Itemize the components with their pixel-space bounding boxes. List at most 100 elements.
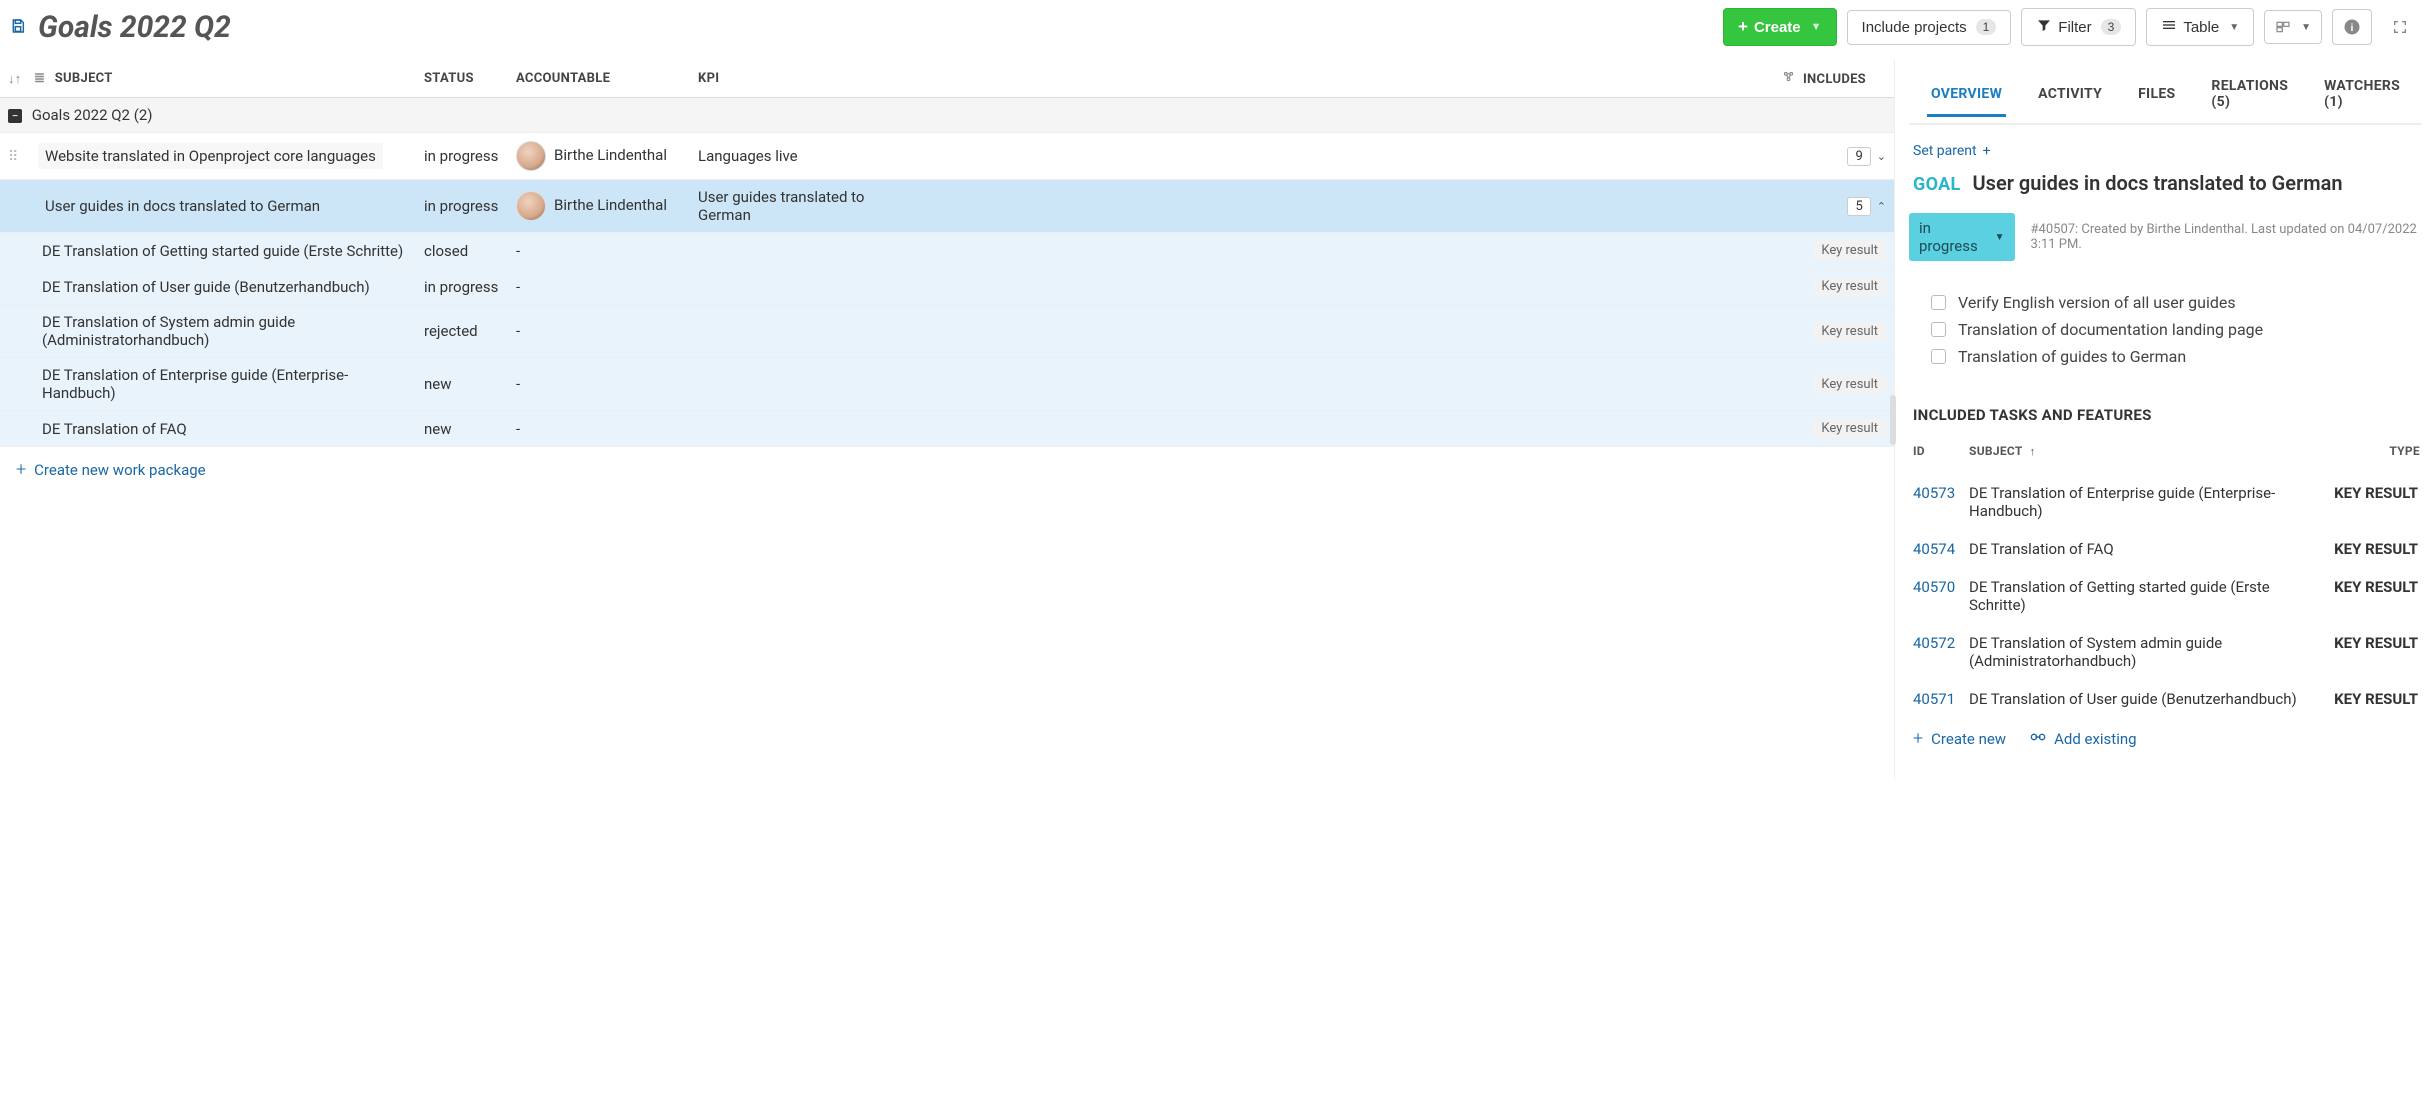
- create-new-label: Create new work package: [34, 461, 205, 479]
- column-subject[interactable]: ≣ SUBJECT: [26, 60, 416, 98]
- resize-handle[interactable]: [1890, 395, 1896, 445]
- included-id[interactable]: 40573: [1909, 474, 1965, 530]
- row-accountable[interactable]: -: [508, 411, 690, 447]
- set-parent-label: Set parent: [1913, 143, 1977, 159]
- included-id[interactable]: 40574: [1909, 530, 1965, 568]
- avatar: [516, 141, 546, 171]
- status-selector[interactable]: in progress ▼: [1909, 213, 2015, 261]
- row-status[interactable]: in progress: [416, 180, 508, 233]
- included-row[interactable]: 40574DE Translation of FAQKEY RESULT: [1909, 530, 2422, 568]
- work-package-type[interactable]: GOAL: [1913, 174, 1961, 195]
- included-row[interactable]: 40573DE Translation of Enterprise guide …: [1909, 474, 2422, 530]
- checkbox[interactable]: [1931, 295, 1946, 310]
- view-mode-button[interactable]: Table ▼: [2146, 8, 2254, 46]
- set-parent-link[interactable]: Set parent +: [1909, 125, 1995, 169]
- checkbox[interactable]: [1931, 349, 1946, 364]
- tab-files[interactable]: FILES: [2134, 78, 2179, 117]
- column-includes[interactable]: INCLUDES: [900, 60, 1894, 98]
- drag-handle-icon[interactable]: ⠿: [8, 149, 18, 165]
- table-row[interactable]: DE Translation of User guide (Benutzerha…: [0, 269, 1894, 305]
- table-row[interactable]: ⠿ Website translated in Openproject core …: [0, 133, 1894, 180]
- row-kpi[interactable]: [690, 411, 900, 447]
- row-accountable[interactable]: -: [508, 305, 690, 358]
- included-type: KEY RESULT: [2330, 568, 2422, 624]
- row-kpi[interactable]: [690, 233, 900, 269]
- row-subject[interactable]: DE Translation of Getting started guide …: [42, 242, 403, 260]
- included-subject[interactable]: DE Translation of User guide (Benutzerha…: [1965, 680, 2330, 718]
- column-accountable[interactable]: ACCOUNTABLE: [508, 60, 690, 98]
- row-status[interactable]: new: [416, 358, 508, 411]
- row-accountable[interactable]: -: [508, 233, 690, 269]
- save-icon[interactable]: [10, 15, 26, 39]
- row-subject[interactable]: Website translated in Openproject core l…: [38, 143, 383, 169]
- checklist-item[interactable]: Translation of guides to German: [1931, 343, 2418, 370]
- collapse-icon[interactable]: −: [8, 109, 22, 123]
- link-icon: [1782, 72, 1799, 87]
- include-projects-button[interactable]: Include projects 1: [1847, 10, 2012, 45]
- column-status[interactable]: STATUS: [416, 60, 508, 98]
- table-row[interactable]: User guides in docs translated to German…: [0, 180, 1894, 233]
- table-view-icon: [2161, 17, 2177, 37]
- filter-button[interactable]: Filter 3: [2021, 8, 2136, 46]
- included-row[interactable]: 40570DE Translation of Getting started g…: [1909, 568, 2422, 624]
- tab-overview[interactable]: OVERVIEW: [1927, 78, 2006, 117]
- tab-watchers[interactable]: WATCHERS (1): [2320, 70, 2404, 125]
- row-status[interactable]: new: [416, 411, 508, 447]
- row-kpi[interactable]: Languages live: [690, 133, 900, 180]
- group-row[interactable]: − Goals 2022 Q2 (2): [0, 98, 1894, 133]
- table-row[interactable]: DE Translation of Getting started guide …: [0, 233, 1894, 269]
- settings-dropdown-button[interactable]: ▼: [2264, 10, 2322, 44]
- work-package-title[interactable]: User guides in docs translated to German: [1973, 171, 2343, 195]
- included-id[interactable]: 40572: [1909, 624, 1965, 680]
- checkbox[interactable]: [1931, 322, 1946, 337]
- row-accountable[interactable]: Birthe Lindenthal: [508, 133, 690, 180]
- row-kpi[interactable]: [690, 269, 900, 305]
- included-subject[interactable]: DE Translation of Getting started guide …: [1965, 568, 2330, 624]
- row-subject[interactable]: User guides in docs translated to German: [38, 193, 327, 219]
- row-status[interactable]: rejected: [416, 305, 508, 358]
- included-row[interactable]: 40572DE Translation of System admin guid…: [1909, 624, 2422, 680]
- table-row[interactable]: DE Translation of Enterprise guide (Ente…: [0, 358, 1894, 411]
- included-id[interactable]: 40570: [1909, 568, 1965, 624]
- inc-col-type[interactable]: TYPE: [2330, 438, 2422, 474]
- table-row[interactable]: DE Translation of System admin guide (Ad…: [0, 305, 1894, 358]
- row-subject[interactable]: DE Translation of System admin guide (Ad…: [42, 313, 408, 349]
- checklist-item[interactable]: Verify English version of all user guide…: [1931, 289, 2418, 316]
- row-subject[interactable]: DE Translation of User guide (Benutzerha…: [42, 278, 370, 296]
- row-status[interactable]: in progress: [416, 269, 508, 305]
- add-existing-included[interactable]: Add existing: [2030, 728, 2136, 749]
- fullscreen-button[interactable]: [2382, 11, 2418, 43]
- row-accountable[interactable]: Birthe Lindenthal: [508, 180, 690, 233]
- row-accountable[interactable]: -: [508, 358, 690, 411]
- create-new-work-package[interactable]: + Create new work package: [16, 459, 206, 480]
- row-accountable[interactable]: -: [508, 269, 690, 305]
- chevron-down-icon[interactable]: ⌄: [1877, 150, 1886, 163]
- table-row[interactable]: DE Translation of FAQ new- Key result: [0, 411, 1894, 447]
- checklist-item[interactable]: Translation of documentation landing pag…: [1931, 316, 2418, 343]
- included-id[interactable]: 40571: [1909, 680, 1965, 718]
- included-subject[interactable]: DE Translation of Enterprise guide (Ente…: [1965, 474, 2330, 530]
- column-kpi[interactable]: KPI: [690, 60, 900, 98]
- included-subject[interactable]: DE Translation of System admin guide (Ad…: [1965, 624, 2330, 680]
- tab-activity[interactable]: ACTIVITY: [2034, 78, 2106, 117]
- inc-col-id[interactable]: ID: [1909, 438, 1965, 474]
- plus-icon: +: [16, 459, 26, 480]
- sort-column-icon[interactable]: ↓↑: [0, 60, 26, 98]
- info-button[interactable]: i: [2332, 9, 2372, 45]
- row-status[interactable]: in progress: [416, 133, 508, 180]
- tab-relations[interactable]: RELATIONS (5): [2207, 70, 2292, 125]
- included-section-title: INCLUDED TASKS AND FEATURES: [1909, 398, 2422, 438]
- row-subject[interactable]: DE Translation of FAQ: [42, 420, 187, 438]
- create-button[interactable]: + Create ▼: [1723, 8, 1837, 46]
- row-subject[interactable]: DE Translation of Enterprise guide (Ente…: [42, 366, 408, 402]
- chevron-up-icon[interactable]: ⌃: [1877, 200, 1886, 213]
- row-kpi[interactable]: User guides translated to German: [690, 180, 900, 233]
- row-kpi[interactable]: [690, 305, 900, 358]
- row-kpi[interactable]: [690, 358, 900, 411]
- included-subject[interactable]: DE Translation of FAQ: [1965, 530, 2330, 568]
- inc-col-subject[interactable]: SUBJECT ↑: [1965, 438, 2330, 474]
- included-row[interactable]: 40571DE Translation of User guide (Benut…: [1909, 680, 2422, 718]
- row-status[interactable]: closed: [416, 233, 508, 269]
- create-new-included[interactable]: + Create new: [1913, 728, 2006, 749]
- key-result-badge: Key result: [1813, 419, 1886, 438]
